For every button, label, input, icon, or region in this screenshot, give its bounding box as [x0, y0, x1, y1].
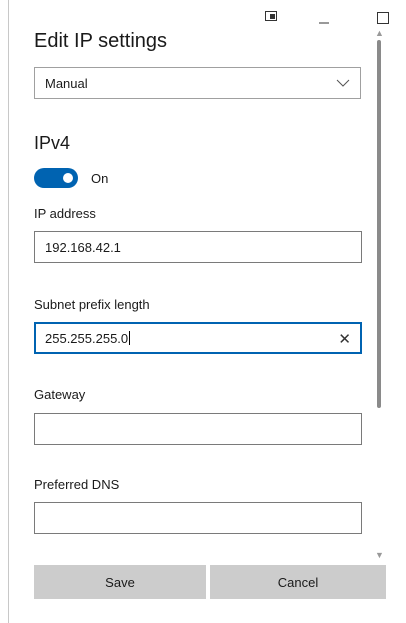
close-icon[interactable]: ✕	[338, 330, 351, 348]
save-button[interactable]: Save	[34, 565, 206, 599]
ip-mode-dropdown[interactable]: Manual	[34, 67, 361, 99]
text-caret	[129, 331, 131, 345]
maximize-icon[interactable]	[377, 12, 389, 24]
subnet-prefix-label: Subnet prefix length	[34, 297, 150, 312]
scroll-down-arrow-icon[interactable]: ▼	[375, 550, 384, 560]
minimize-icon[interactable]	[319, 10, 329, 24]
dialog-title: Edit IP settings	[34, 30, 168, 52]
ipv4-toggle[interactable]	[34, 168, 78, 188]
edit-ip-settings-dialog: Edit IP settings Manual IPv4 On IP addre…	[8, 0, 406, 623]
preferred-dns-label: Preferred DNS	[34, 477, 120, 492]
subnet-prefix-value: 255.255.255.0	[45, 331, 129, 346]
toggle-knob	[63, 173, 73, 183]
ipv4-toggle-label: On	[91, 171, 109, 186]
preferred-dns-field[interactable]	[34, 502, 362, 534]
ip-address-field[interactable]: 192.168.42.1	[34, 231, 362, 263]
chevron-down-icon	[336, 76, 350, 88]
ip-address-label: IP address	[34, 206, 96, 221]
scrollbar-thumb[interactable]	[377, 40, 381, 408]
subnet-prefix-value-wrap: 255.255.255.0	[45, 331, 131, 346]
gateway-label: Gateway	[34, 387, 86, 402]
snap-layout-icon[interactable]	[265, 10, 277, 21]
ip-address-value: 192.168.42.1	[45, 240, 121, 255]
scroll-up-arrow-icon[interactable]: ▲	[375, 28, 384, 38]
ip-mode-value: Manual	[45, 76, 88, 91]
subnet-prefix-field[interactable]: 255.255.255.0 ✕	[34, 322, 362, 354]
ipv4-section-title: IPv4	[34, 133, 71, 153]
cancel-button[interactable]: Cancel	[210, 565, 386, 599]
gateway-field[interactable]	[34, 413, 362, 445]
